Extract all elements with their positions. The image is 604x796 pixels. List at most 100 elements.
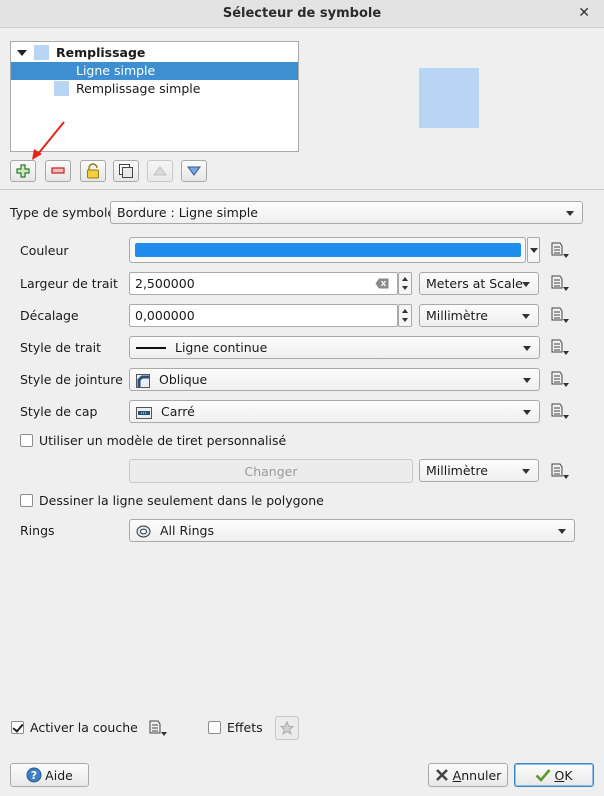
divider (0, 189, 604, 190)
rings-value: All Rings (159, 523, 214, 538)
enable-layer-data-defined-button[interactable] (146, 717, 170, 739)
color-label: Couleur (20, 243, 69, 258)
join-style-value: Oblique (158, 372, 208, 387)
cap-square-icon (136, 406, 152, 419)
tree-item-line-simple[interactable]: Ligne simple (11, 62, 298, 80)
data-defined-icon (551, 339, 569, 355)
offset-unit-value: Millimètre (426, 308, 488, 323)
custom-dash-checkbox[interactable] (20, 434, 33, 447)
lock-icon (87, 163, 99, 179)
chevron-down-icon (558, 529, 566, 534)
cancel-button[interactable]: Annuler (428, 763, 508, 787)
symbol-type-select[interactable]: Bordure : Ligne simple (110, 201, 583, 224)
join-bevel-icon (136, 373, 150, 388)
dash-unit-value: Millimètre (426, 463, 488, 478)
cap-style-label: Style de cap (20, 404, 98, 419)
annotation-arrow-icon (32, 121, 65, 160)
chevron-down-icon[interactable] (17, 50, 27, 56)
window-title: Sélecteur de symbole (222, 6, 382, 21)
draw-inside-label: Dessiner la ligne seulement dans le poly… (39, 493, 324, 508)
data-defined-override-button[interactable] (548, 239, 572, 261)
pen-style-select[interactable]: Ligne continue (129, 336, 540, 359)
offset-label: Décalage (20, 308, 79, 323)
chevron-down-icon (523, 378, 531, 383)
color-swatch (135, 243, 521, 257)
symbol-preview (419, 68, 479, 128)
data-defined-override-button[interactable] (548, 304, 572, 326)
ok-button-label: OK (554, 767, 573, 783)
join-style-label: Style de jointure (20, 372, 123, 387)
help-button-label: Aide (45, 767, 73, 783)
fill-swatch-icon (34, 45, 49, 60)
plus-icon (16, 164, 30, 178)
add-layer-button[interactable] (10, 160, 36, 182)
offset-input[interactable]: 0,000000 (129, 304, 398, 327)
enable-layer-checkbox[interactable] (11, 721, 24, 734)
cancel-icon (435, 769, 448, 781)
enable-layer-label: Activer la couche (30, 720, 138, 735)
offset-unit-select[interactable]: Millimètre (419, 304, 539, 327)
move-up-button[interactable] (147, 160, 173, 182)
tree-root-label: Remplissage (56, 45, 146, 60)
data-defined-icon (551, 307, 569, 323)
close-icon[interactable]: ✕ (578, 5, 590, 21)
tree-item-label: Ligne simple (76, 63, 156, 78)
help-button[interactable]: ? Aide (10, 763, 89, 787)
width-value: 2,500000 (135, 276, 195, 291)
chevron-down-icon (522, 282, 530, 287)
width-input[interactable]: 2,500000 (129, 272, 398, 295)
remove-layer-button[interactable] (45, 160, 71, 182)
lock-layer-button[interactable] (80, 160, 106, 182)
rings-label: Rings (20, 523, 55, 538)
fill-swatch-icon (54, 81, 69, 96)
data-defined-icon (551, 463, 569, 479)
chevron-down-icon (522, 314, 530, 319)
rings-select[interactable]: All Rings (129, 519, 575, 542)
star-icon (280, 721, 294, 735)
move-down-button[interactable] (181, 160, 207, 182)
symbol-type-label: Type de symbole (10, 205, 116, 220)
clear-icon[interactable] (375, 278, 389, 289)
data-defined-icon (149, 720, 167, 736)
data-defined-override-button[interactable] (548, 368, 572, 390)
ok-button[interactable]: OK (514, 763, 594, 787)
custom-dash-label: Utiliser un modèle de tiret personnalisé (39, 433, 287, 448)
data-defined-icon (551, 371, 569, 387)
pen-style-label: Style de trait (20, 340, 102, 355)
effects-button[interactable] (275, 716, 299, 740)
tree-root-row[interactable]: Remplissage (11, 44, 298, 62)
color-button[interactable] (129, 237, 526, 263)
triangle-up-icon (153, 166, 167, 176)
duplicate-layer-button[interactable] (113, 160, 139, 182)
duplicate-icon (119, 164, 133, 178)
color-dropdown-button[interactable] (527, 237, 540, 263)
title-bar: Sélecteur de symbole ✕ (0, 0, 604, 28)
chevron-down-icon (522, 469, 530, 474)
effects-label: Effets (227, 720, 263, 735)
join-style-select[interactable]: Oblique (129, 368, 540, 391)
cap-style-select[interactable]: Carré (129, 400, 540, 423)
change-dash-button[interactable]: Changer (129, 459, 413, 483)
effects-checkbox[interactable] (208, 721, 221, 734)
data-defined-override-button[interactable] (548, 272, 572, 294)
cap-style-value: Carré (160, 404, 195, 419)
data-defined-icon (551, 275, 569, 291)
checkmark-icon (536, 769, 551, 782)
svg-text:?: ? (31, 769, 37, 782)
data-defined-override-button[interactable] (548, 400, 572, 422)
width-label: Largeur de trait (20, 276, 118, 291)
chevron-down-icon (530, 248, 538, 253)
width-spinner[interactable] (398, 272, 412, 295)
offset-spinner[interactable] (398, 304, 412, 327)
tree-item-fill-simple[interactable]: Remplissage simple (11, 80, 298, 98)
triangle-down-icon (187, 166, 201, 176)
draw-inside-checkbox[interactable] (20, 494, 33, 507)
width-unit-select[interactable]: Meters at Scale (419, 272, 539, 295)
data-defined-override-button[interactable] (548, 336, 572, 358)
data-defined-override-button[interactable] (548, 460, 572, 482)
dash-unit-select[interactable]: Millimètre (419, 459, 539, 482)
chevron-down-icon (523, 410, 531, 415)
chevron-down-icon (566, 211, 574, 216)
minus-icon (51, 167, 65, 174)
rings-icon (136, 525, 151, 538)
